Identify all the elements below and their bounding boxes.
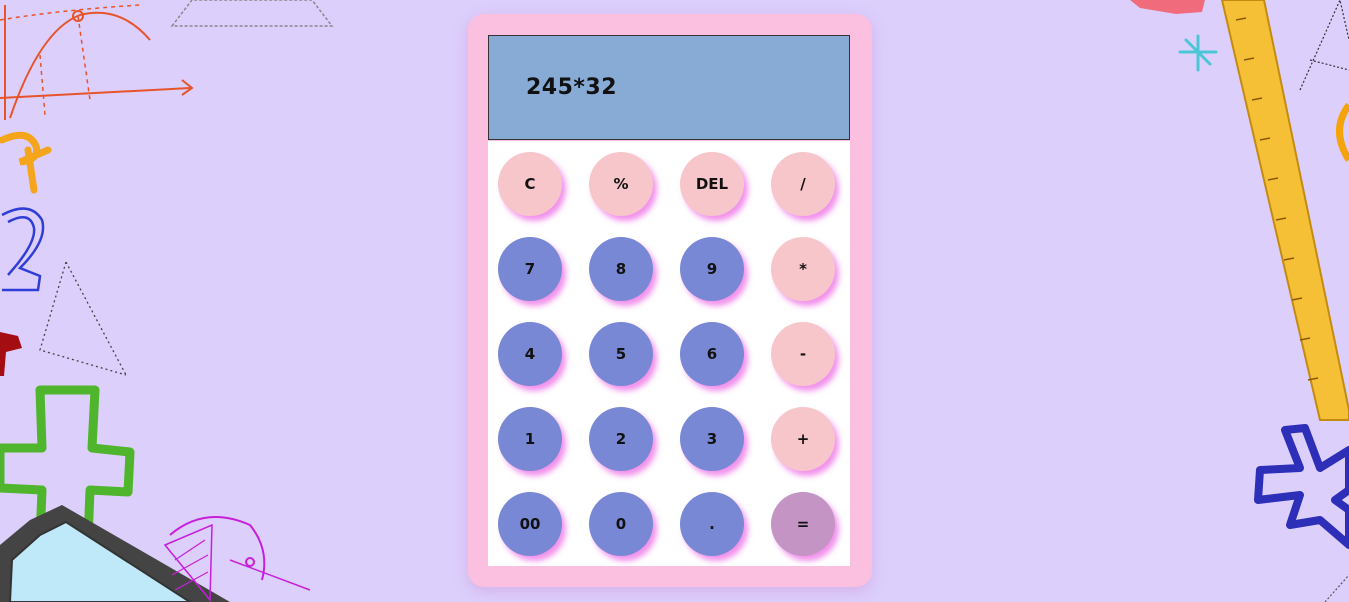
digit-9-button[interactable]: 9	[680, 237, 744, 301]
blob-doodle-icon	[0, 332, 22, 376]
subtract-button[interactable]: -	[771, 322, 835, 386]
equals-button[interactable]: =	[771, 492, 835, 556]
sparkle-doodle-icon	[1178, 34, 1218, 72]
clear-button[interactable]: C	[498, 152, 562, 216]
percent-button[interactable]: %	[589, 152, 653, 216]
display-expression: 245*32	[526, 75, 618, 100]
calculator-screen: 245*32	[488, 35, 850, 140]
multiply-button[interactable]: *	[771, 237, 835, 301]
add-button[interactable]: +	[771, 407, 835, 471]
pyramid-doodle-icon	[1299, 0, 1349, 91]
ruler-doodle-icon	[1220, 0, 1349, 421]
trapezoid-doodle-icon	[170, 0, 334, 27]
triangle-doodle-icon	[39, 261, 127, 376]
digit-8-button[interactable]: 8	[589, 237, 653, 301]
digit-4-button[interactable]: 4	[498, 322, 562, 386]
corner-doodle-icon	[1324, 574, 1349, 602]
digit-5-button[interactable]: 5	[589, 322, 653, 386]
digit-2-button[interactable]: 2	[589, 407, 653, 471]
digit-7-button[interactable]: 7	[498, 237, 562, 301]
eraser-doodle-icon	[1130, 0, 1205, 14]
digit-6-button[interactable]: 6	[680, 322, 744, 386]
graph-doodle-icon	[0, 4, 194, 120]
digit-0-button[interactable]: 0	[589, 492, 653, 556]
delete-button[interactable]: DEL	[680, 152, 744, 216]
plus-doodle-icon-right	[1254, 424, 1349, 549]
double-zero-button[interactable]: 00	[498, 492, 562, 556]
squiggle-doodle-icon	[0, 131, 52, 194]
number-two-doodle-icon	[1, 207, 45, 292]
curve-doodle-icon	[1336, 102, 1349, 162]
digit-1-button[interactable]: 1	[498, 407, 562, 471]
decimal-button[interactable]: .	[680, 492, 744, 556]
keypad: C% DEL/7 8 9 * 4 5 6-1 2 3 +00 0. =	[488, 141, 850, 566]
digit-3-button[interactable]: 3	[680, 407, 744, 471]
divide-button[interactable]: /	[771, 152, 835, 216]
calculator: 245*32 C% DEL/7 8 9 * 4 5 6-1 2 3 +00 0. =	[468, 14, 872, 587]
